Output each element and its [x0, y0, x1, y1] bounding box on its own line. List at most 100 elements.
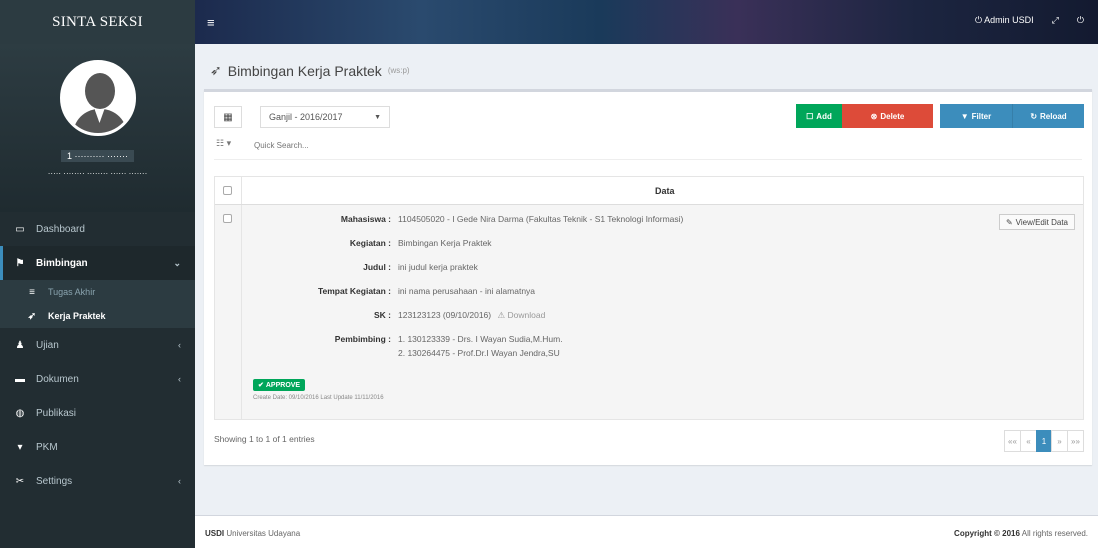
status-badge: ✔ APPROVE: [253, 379, 306, 391]
footer-org: USDI: [205, 529, 225, 538]
add-icon: ☐: [806, 111, 814, 121]
column-header-data: Data: [655, 186, 675, 196]
pencil-icon: ✎: [1005, 217, 1013, 227]
copyright-note: All rights reserved.: [1019, 529, 1088, 538]
page-title-text: Bimbingan Kerja Praktek: [227, 62, 382, 79]
add-button[interactable]: ☐ Add: [796, 104, 842, 128]
sidebar-item-pkm[interactable]: ▾ PKM: [0, 430, 195, 464]
sidebar-item-label: Publikasi: [36, 407, 77, 419]
sidebar-item-publikasi[interactable]: ◍ Publikasi: [0, 396, 195, 430]
navbar-right: ⏻ Admin USDI ⤢ ⏻: [975, 15, 1084, 26]
field-value-kegiatan: Bimbingan Kerja Praktek: [398, 238, 492, 248]
expand-icon[interactable]: ⤢: [1052, 15, 1059, 26]
filter-row: ▦ Ganjil - 2016/2017 ▼ ☐ Add ⊗ Delete ▼ …: [214, 102, 1084, 130]
sidebar-item-bimbingan[interactable]: ⚑ Bimbingan ⌄: [0, 246, 195, 280]
calendar-icon[interactable]: ▦: [214, 106, 242, 128]
search-input[interactable]: [254, 135, 504, 155]
box-body: ▦ Ganjil - 2016/2017 ▼ ☐ Add ⊗ Delete ▼ …: [214, 102, 1084, 160]
user-id: 1 ·········· ·······: [61, 150, 134, 162]
sidebar-item-dashboard[interactable]: ▭ Dashboard: [0, 212, 195, 246]
flag-icon: ⚑: [15, 257, 25, 269]
page-prev[interactable]: «: [1020, 430, 1037, 452]
field-value-mahasiswa: 1104505020 - I Gede Nira Darma (Fakultas…: [398, 214, 684, 224]
sidebar-item-label: Kerja Praktek: [48, 311, 106, 321]
monitor-icon: ▭: [15, 223, 25, 235]
globe-icon: ◍: [15, 407, 25, 419]
semester-value: Ganjil - 2016/2017: [269, 112, 343, 122]
sidebar-item-label: Bimbingan: [36, 257, 88, 269]
reload-icon: ↻: [1030, 111, 1038, 121]
sidebar-item-label: PKM: [36, 441, 58, 453]
page-first[interactable]: ««: [1004, 430, 1021, 452]
page-subtitle: (ws:p): [387, 66, 410, 75]
delete-button[interactable]: ⊗ Delete: [842, 104, 933, 128]
page-current[interactable]: 1: [1036, 430, 1052, 452]
page-footer: USDI Universitas Udayana Copyright © 201…: [195, 515, 1098, 548]
semester-select[interactable]: Ganjil - 2016/2017 ▼: [260, 106, 390, 128]
field-value-sk: 123123123 (09/10/2016) ⚠ Download: [398, 310, 545, 321]
chevron-left-icon: ‹: [178, 374, 181, 384]
pagination: «« « 1 » »»: [1004, 430, 1084, 452]
field-value-judul: ini judul kerja praktek: [398, 262, 478, 272]
column-toggle-icon[interactable]: ☷ ▾: [216, 138, 231, 149]
download-label: Download: [507, 310, 546, 320]
select-all-checkbox[interactable]: [223, 186, 232, 195]
top-navbar: ≡ ⏻ Admin USDI ⤢ ⏻: [195, 0, 1098, 44]
entries-info: Showing 1 to 1 of 1 entries: [214, 434, 315, 444]
footer-org-name: Universitas Udayana: [224, 529, 301, 538]
sidebar-item-tugas-akhir[interactable]: ≡ Tugas Akhir: [0, 280, 195, 304]
field-label-kegiatan: Kegiatan :: [349, 238, 391, 248]
field-label-pembimbing: Pembimbing :: [334, 334, 391, 344]
filter-icon: ▼: [960, 111, 969, 121]
table-row: Mahasiswa : 1104505020 - I Gede Nira Dar…: [215, 205, 1083, 419]
page-title: ➶ Bimbingan Kerja Praktek (ws:p): [210, 62, 410, 79]
sidebar-item-label: Ujian: [36, 339, 59, 351]
sidebar-item-dokumen[interactable]: ▬ Dokumen ‹: [0, 362, 195, 396]
copyright: Copyright © 2016: [954, 529, 1020, 538]
sidebar-item-settings[interactable]: ✂ Settings ‹: [0, 464, 195, 498]
sidebar-item-kerja-praktek[interactable]: ➶ Kerja Praktek: [0, 304, 195, 328]
download-icon: ⚠: [497, 310, 506, 320]
delete-button-label: Delete: [880, 111, 905, 121]
delete-icon: ⊗: [870, 111, 878, 121]
footer-right: Copyright © 2016 All rights reserved.: [954, 529, 1088, 538]
chevron-down-icon: ⌄: [173, 257, 181, 268]
status-label: APPROVE: [265, 381, 301, 389]
reload-button-label: Reload: [1040, 111, 1067, 121]
view-edit-label: View/Edit Data: [1015, 217, 1068, 227]
sidebar-item-label: Settings: [36, 475, 73, 487]
search-row: ☷ ▾: [214, 130, 1082, 160]
page-next[interactable]: »: [1051, 430, 1068, 452]
user-menu[interactable]: ⏻ Admin USDI: [975, 15, 1034, 26]
page-last[interactable]: »»: [1067, 430, 1084, 452]
check-icon: ✔: [258, 382, 264, 389]
row-checkbox[interactable]: [223, 214, 232, 223]
sidebar-item-ujian[interactable]: ♟ Ujian ‹: [0, 328, 195, 362]
brand-logo[interactable]: SINTA SEKSI: [0, 0, 195, 44]
filter-button[interactable]: ▼ Filter: [940, 104, 1012, 128]
field-label-mahasiswa: Mahasiswa :: [340, 214, 391, 224]
menu-toggle-icon[interactable]: ≡: [207, 15, 215, 30]
sk-number: 123123123 (09/10/2016): [398, 310, 492, 320]
filter-button-label: Filter: [971, 111, 992, 121]
caret-down-icon: ▼: [374, 113, 381, 121]
user-icon: ♟: [15, 339, 25, 351]
view-edit-button[interactable]: ✎ View/Edit Data: [998, 214, 1075, 230]
rocket-icon: ➶: [27, 310, 37, 322]
chevron-left-icon: ‹: [178, 476, 181, 486]
add-button-label: Add: [816, 111, 832, 121]
data-table: Data Mahasiswa : 1104505020 - I Gede Nir…: [214, 176, 1084, 420]
bimbingan-submenu: ≡ Tugas Akhir ➶ Kerja Praktek: [0, 280, 195, 328]
main-box: ▦ Ganjil - 2016/2017 ▼ ☐ Add ⊗ Delete ▼ …: [204, 89, 1092, 465]
user-menu-label: Admin USDI: [984, 15, 1034, 25]
user-panel: 1 ·········· ······· ····· ········ ····…: [0, 44, 195, 212]
download-link[interactable]: ⚠ Download: [498, 310, 546, 320]
user-role: ····· ········ ········ ······ ·······: [47, 169, 148, 178]
reload-button[interactable]: ↻ Reload: [1012, 104, 1084, 128]
sidebar-menu: ▭ Dashboard ⚑ Bimbingan ⌄ ≡ Tugas Akhir …: [0, 212, 195, 498]
power-small-icon: ⏻: [975, 15, 983, 25]
folder-icon: ▬: [15, 373, 25, 385]
power-icon[interactable]: ⏻: [1077, 15, 1084, 26]
sidebar: SINTA SEKSI 1 ·········· ······· ····· ·…: [0, 0, 195, 548]
rocket-icon: ➶: [210, 62, 222, 78]
